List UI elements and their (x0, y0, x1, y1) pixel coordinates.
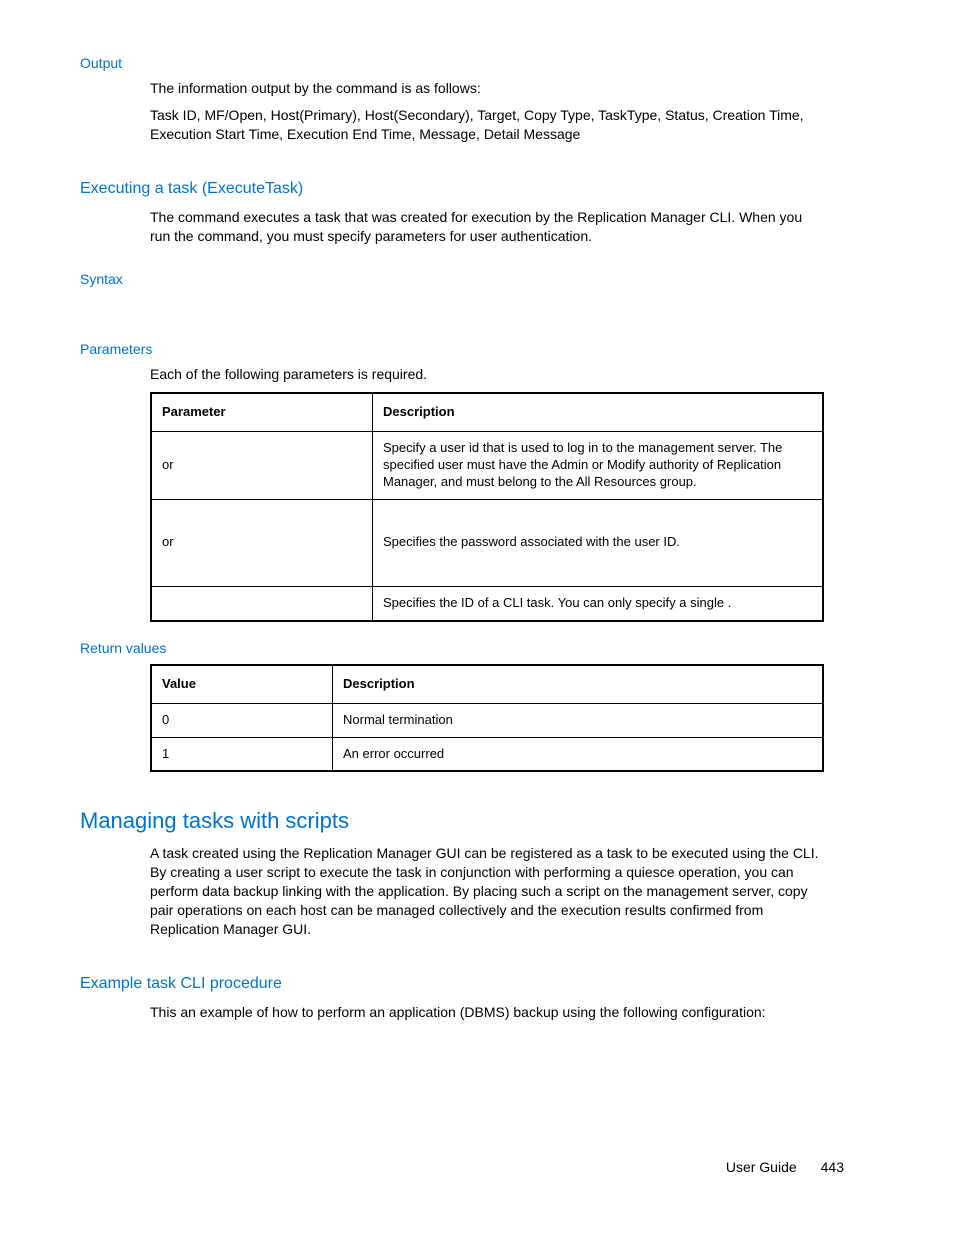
cell-value: 1 (151, 737, 333, 771)
cell-desc: Specifies the ID of a CLI task. You can … (373, 586, 824, 620)
cell-desc: Normal termination (333, 703, 824, 737)
heading-example-procedure: Example task CLI procedure (80, 975, 844, 993)
th-description: Description (333, 665, 824, 703)
table-row: Specifies the ID of a CLI task. You can … (151, 586, 823, 620)
output-fields: Task ID, MF/Open, Host(Primary), Host(Se… (150, 106, 824, 144)
output-line1: The information output by the command is… (150, 79, 824, 98)
table-header-row: Value Description (151, 665, 823, 703)
text: command is as follows: (336, 80, 481, 96)
text: The information output by the (150, 80, 336, 96)
heading-parameters: Parameters (80, 341, 844, 357)
page-footer: User Guide 443 (726, 1159, 844, 1175)
cell-param: or (151, 432, 373, 500)
scripts-desc: A task created using the Replication Man… (150, 844, 824, 938)
table-row: or Specifies the password associated wit… (151, 499, 823, 586)
heading-syntax: Syntax (80, 271, 844, 287)
table-header-row: Parameter Description (151, 393, 823, 431)
heading-managing-scripts: Managing tasks with scripts (80, 808, 844, 834)
table-row: or Specify a user id that is used to log… (151, 432, 823, 500)
heading-execute-task: Executing a task (ExecuteTask) (80, 180, 844, 198)
cell-desc: Specifies the password associated with t… (373, 499, 824, 586)
table-row: 0 Normal termination (151, 703, 823, 737)
heading-return-values: Return values (80, 640, 844, 656)
page-number: 443 (821, 1159, 844, 1175)
cell-desc: An error occurred (333, 737, 824, 771)
cell-desc: Specify a user id that is used to log in… (373, 432, 824, 500)
th-parameter: Parameter (151, 393, 373, 431)
text: command, you must specify parameters for… (197, 228, 592, 244)
table-row: 1 An error occurred (151, 737, 823, 771)
example-desc: This an example of how to perform an app… (150, 1003, 824, 1022)
text: . (728, 595, 732, 610)
th-value: Value (151, 665, 333, 703)
cell-param: or (151, 499, 373, 586)
cell-value: 0 (151, 703, 333, 737)
exec-desc: The command executes a task that was cre… (150, 208, 824, 246)
footer-label: User Guide (726, 1159, 797, 1175)
th-description: Description (373, 393, 824, 431)
cell-param (151, 586, 373, 620)
text: Specifies the ID of a CLI task. You can … (383, 595, 728, 610)
heading-output: Output (80, 55, 844, 71)
parameters-table: Parameter Description or Specify a user … (150, 392, 824, 621)
return-values-table: Value Description 0 Normal termination 1… (150, 664, 824, 773)
params-intro: Each of the following parameters is requ… (150, 365, 824, 384)
text: The (150, 209, 178, 225)
